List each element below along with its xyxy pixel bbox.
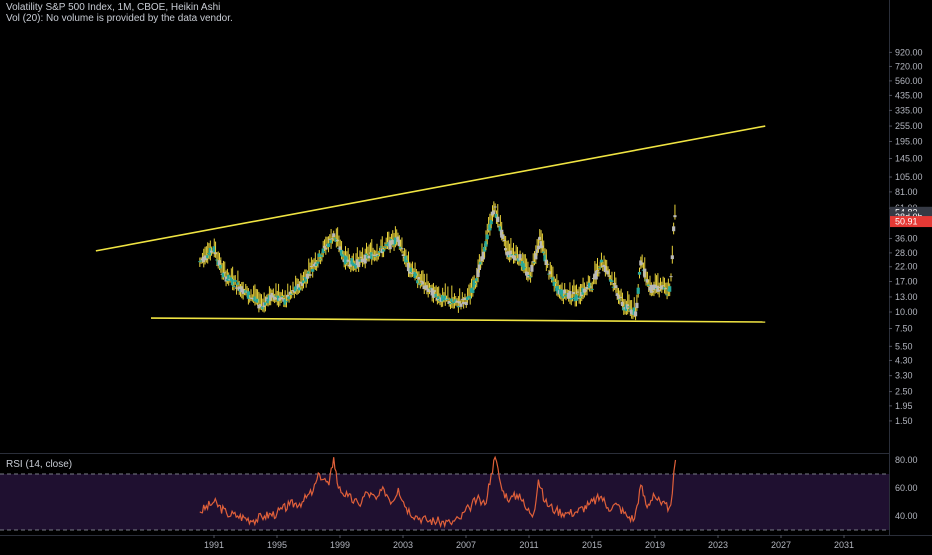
badge-label: 50.91 (895, 217, 918, 227)
candle-body (636, 287, 640, 294)
lower-trendline[interactable] (150, 317, 766, 323)
candle[interactable] (670, 245, 674, 264)
y-tick-label: 81.00 (895, 187, 918, 197)
candle-body (673, 215, 677, 218)
y-tick-label: 5.50 (895, 341, 913, 351)
rsi-label: RSI (14, close) (6, 459, 73, 470)
y-tick-label: 3.30 (895, 371, 913, 381)
y-tick-label: 1.50 (895, 416, 913, 426)
candle-body (546, 263, 550, 265)
candle-body (610, 280, 614, 282)
y-tick-label: 105.00 (895, 172, 923, 182)
volume-note: Vol (20): No volume is provided by the d… (6, 13, 233, 24)
candle-body (633, 311, 638, 317)
candle-body (232, 285, 236, 288)
chart-title: Volatility S&P 500 Index, 1M, CBOE, Heik… (6, 2, 221, 13)
upper-trendline[interactable] (95, 125, 766, 252)
candle-body (668, 286, 672, 292)
y-tick-label: 13.00 (895, 292, 918, 302)
candle-body (496, 216, 500, 223)
x-tick-label: 2023 (708, 540, 728, 550)
y-tick-label: 7.50 (895, 324, 913, 334)
y-tick-label: 255.00 (895, 121, 923, 131)
candle-body (669, 276, 673, 278)
candle-body (635, 302, 639, 309)
chart-canvas[interactable]: 920.00 720.00 560.00 435.00 335.00 255.00 195.… (0, 0, 932, 550)
y-tick-label: 335.00 (895, 105, 923, 115)
x-tick-label: 1991 (204, 540, 224, 550)
y-tick-label: 195.00 (895, 136, 923, 146)
last-price-badge: 50.91 (890, 216, 932, 228)
rsi-tick-label: 80.00 (895, 455, 918, 465)
candle[interactable] (672, 222, 676, 235)
x-tick-label: 2015 (582, 540, 602, 550)
y-tick-label: 4.30 (895, 355, 913, 365)
candle[interactable] (673, 204, 677, 220)
y-tick-label: 22.00 (895, 262, 918, 272)
candle-body (400, 248, 404, 250)
candle-body (493, 206, 497, 208)
candle-body (308, 274, 312, 276)
candle-body (590, 288, 594, 290)
y-tick-label: 28.00 (895, 248, 918, 258)
x-tick-label: 2007 (456, 540, 476, 550)
candle[interactable] (637, 267, 642, 279)
candle-body (311, 268, 315, 272)
y-tick-label: 36.00 (895, 233, 918, 243)
candle-body (316, 261, 320, 264)
x-tick-label: 2019 (645, 540, 665, 550)
grid (0, 0, 932, 536)
candle-body (637, 271, 642, 275)
candle[interactable] (669, 273, 673, 282)
y-tick-label: 10.00 (895, 307, 918, 317)
y-tick-label: 145.00 (895, 153, 923, 163)
rsi-tick-label: 60.00 (895, 483, 918, 493)
rsi-band (0, 474, 889, 530)
y-tick-label: 560.00 (895, 76, 923, 86)
candle-body (597, 272, 601, 274)
x-tick-label: 1999 (330, 540, 350, 550)
y-tick-label: 1.95 (895, 401, 913, 411)
chart-stage[interactable]: 920.00 720.00 560.00 435.00 335.00 255.00 195.… (0, 0, 932, 550)
candle-body (670, 255, 674, 260)
candle-body (672, 226, 676, 232)
candle-body (485, 234, 489, 240)
y-tick-label: 920.00 (895, 47, 923, 57)
y-tick-label: 2.50 (895, 387, 913, 397)
y-tick-label: 17.00 (895, 277, 918, 287)
candle-body (233, 280, 237, 282)
y-tick-label: 720.00 (895, 61, 923, 71)
candle-body (326, 243, 331, 248)
x-tick-label: 2011 (519, 540, 538, 550)
x-tick-label: 2031 (834, 540, 854, 550)
x-tick-label: 2027 (771, 540, 791, 550)
x-tick-label: 2003 (393, 540, 413, 550)
y-tick-label: 435.00 (895, 90, 923, 100)
x-tick-label: 1995 (267, 540, 287, 550)
rsi-tick-label: 40.00 (895, 511, 918, 521)
candle-body (284, 301, 289, 303)
